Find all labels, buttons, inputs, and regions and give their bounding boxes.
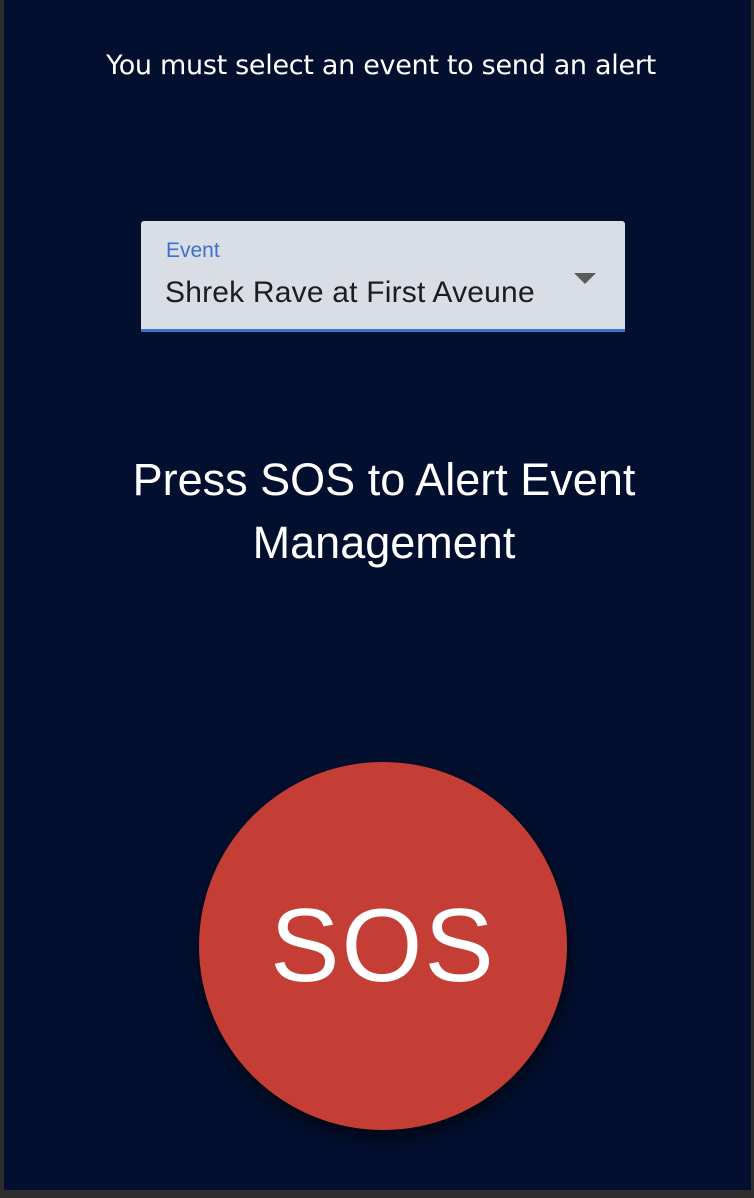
event-select-label: Event bbox=[166, 239, 220, 262]
event-select[interactable]: Event Shrek Rave at First Aveune bbox=[141, 221, 625, 332]
sos-instructions: Press SOS to Alert Event Management bbox=[132, 454, 636, 568]
caret-down-icon[interactable] bbox=[574, 273, 596, 284]
app-screen: You must select an event to send an aler… bbox=[0, 0, 754, 1198]
event-select-value[interactable]: Shrek Rave at First Aveune bbox=[165, 276, 535, 310]
warning-message: You must select an event to send an aler… bbox=[106, 50, 656, 81]
sos-button[interactable]: SOS bbox=[199, 762, 567, 1130]
